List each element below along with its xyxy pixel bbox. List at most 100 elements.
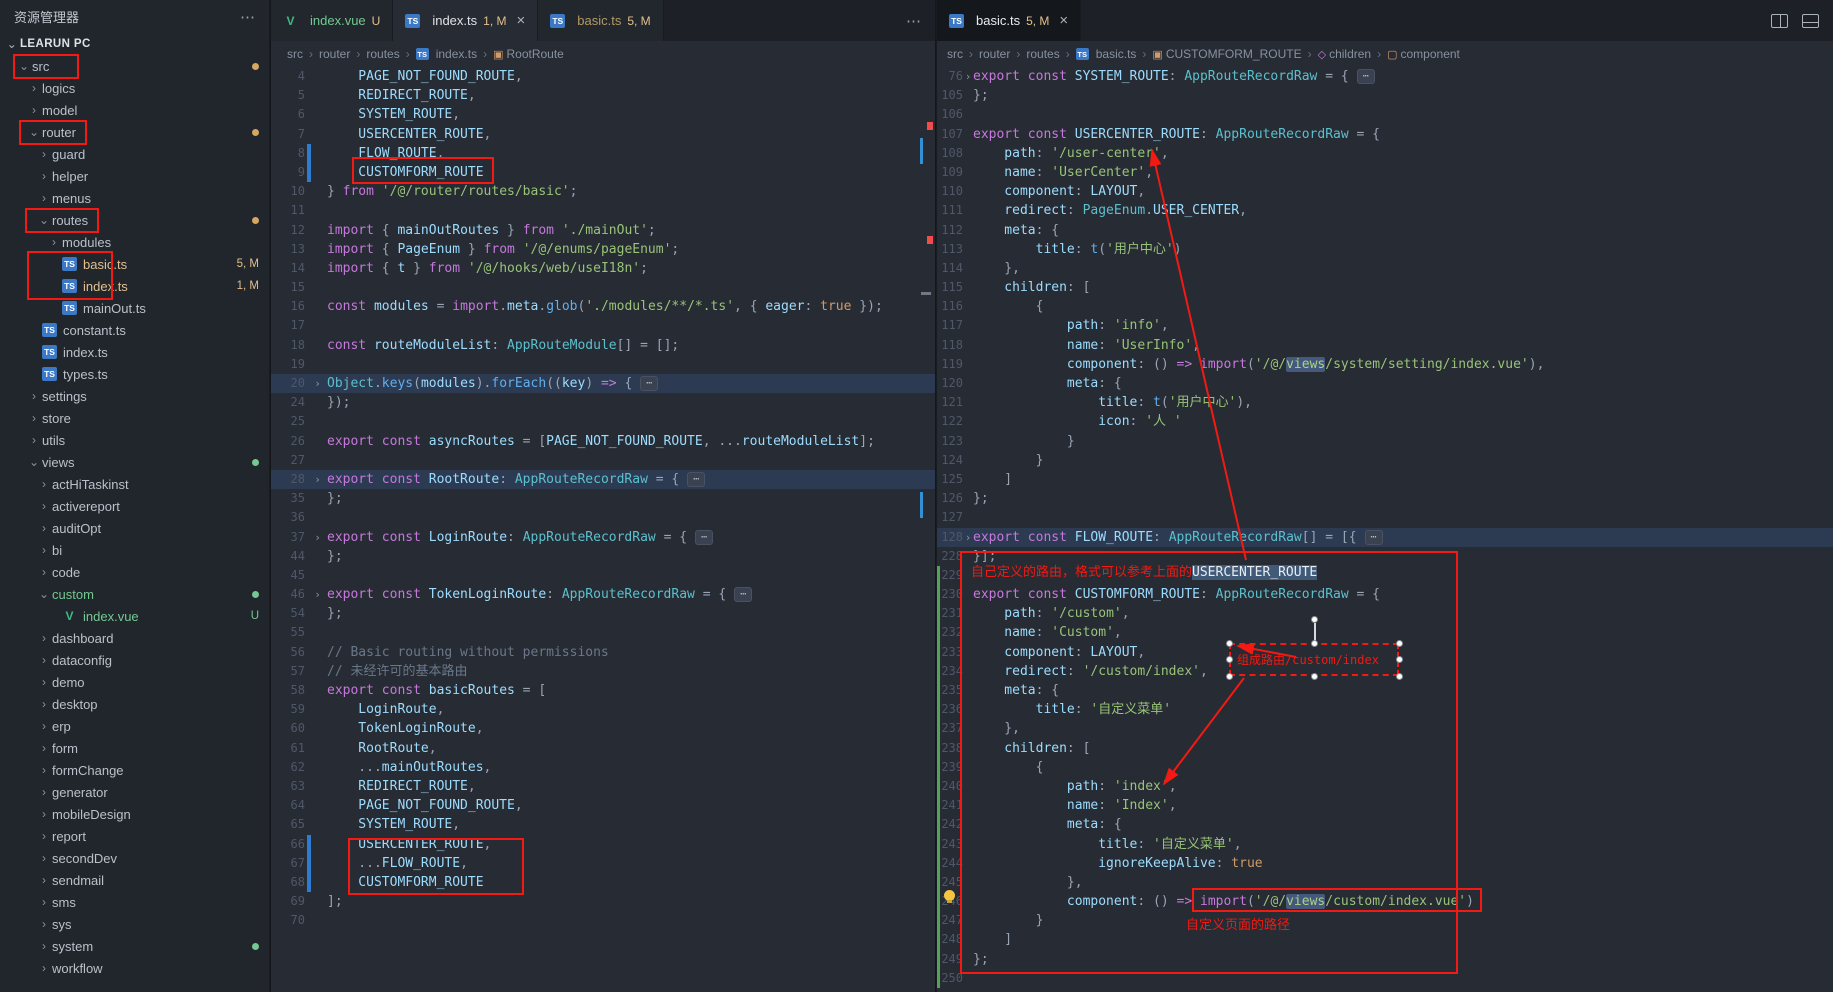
code-line-111[interactable]: 111 redirect: PageEnum.USER_CENTER,: [937, 201, 1833, 220]
tree-item-generator[interactable]: ›generator: [0, 781, 269, 803]
fold-chevron-icon[interactable]: ›: [963, 67, 973, 86]
tree-item-constant.ts[interactable]: TSconstant.ts: [0, 319, 269, 341]
code-line-65[interactable]: 65 SYSTEM_ROUTE,: [271, 815, 935, 834]
code-line-46[interactable]: 46›export const TokenLoginRoute: AppRout…: [271, 585, 935, 604]
code-line-123[interactable]: 123 }: [937, 432, 1833, 451]
code-line-241[interactable]: 241 name: 'Index',: [937, 796, 1833, 815]
code-line-116[interactable]: 116 {: [937, 297, 1833, 316]
code-line-231[interactable]: 231 path: '/custom',: [937, 604, 1833, 623]
code-area-index-ts[interactable]: 4 PAGE_NOT_FOUND_ROUTE,5 REDIRECT_ROUTE,…: [271, 67, 935, 992]
code-line-25[interactable]: 25: [271, 412, 935, 431]
code-line-105[interactable]: 105};: [937, 86, 1833, 105]
tree-item-settings[interactable]: ›settings: [0, 385, 269, 407]
code-line-249[interactable]: 249};: [937, 950, 1833, 969]
code-line-248[interactable]: 248 ]: [937, 930, 1833, 949]
code-line-127[interactable]: 127: [937, 508, 1833, 527]
code-line-235[interactable]: 235 meta: {: [937, 681, 1833, 700]
code-line-27[interactable]: 27: [271, 451, 935, 470]
code-line-58[interactable]: 58export const basicRoutes = [: [271, 681, 935, 700]
code-line-250[interactable]: 250: [937, 969, 1833, 988]
tree-item-types.ts[interactable]: TStypes.ts: [0, 363, 269, 385]
tree-item-modules[interactable]: ›modules: [0, 231, 269, 253]
code-line-239[interactable]: 239 {: [937, 758, 1833, 777]
code-line-9[interactable]: 9 CUSTOMFORM_ROUTE: [271, 163, 935, 182]
code-line-126[interactable]: 126};: [937, 489, 1833, 508]
code-line-110[interactable]: 110 component: LAYOUT,: [937, 182, 1833, 201]
code-line-121[interactable]: 121 title: t('用户中心'),: [937, 393, 1833, 412]
folded-code-ellipsis[interactable]: ⋯: [734, 587, 752, 602]
split-editor-icon[interactable]: [1771, 14, 1788, 28]
tree-item-workflow[interactable]: ›workflow: [0, 957, 269, 979]
tree-item-sendmail[interactable]: ›sendmail: [0, 869, 269, 891]
code-line-18[interactable]: 18const routeModuleList: AppRouteModule[…: [271, 336, 935, 355]
code-line-35[interactable]: 35};: [271, 489, 935, 508]
code-line-8[interactable]: 8 FLOW_ROUTE,: [271, 144, 935, 163]
tree-item-formChange[interactable]: ›formChange: [0, 759, 269, 781]
tree-item-guard[interactable]: ›guard: [0, 143, 269, 165]
tree-item-activereport[interactable]: ›activereport: [0, 495, 269, 517]
code-line-19[interactable]: 19: [271, 355, 935, 374]
code-line-63[interactable]: 63 REDIRECT_ROUTE,: [271, 777, 935, 796]
tree-item-auditOpt[interactable]: ›auditOpt: [0, 517, 269, 539]
code-line-247[interactable]: 247 }: [937, 911, 1833, 930]
breadcrumb-index.ts[interactable]: TSindex.ts: [416, 47, 477, 61]
code-area-basic-ts[interactable]: 76›export const SYSTEM_ROUTE: AppRouteRe…: [937, 67, 1833, 992]
code-line-14[interactable]: 14import { t } from '/@/hooks/web/useI18…: [271, 259, 935, 278]
tree-item-report[interactable]: ›report: [0, 825, 269, 847]
more-actions-icon[interactable]: ⋯: [240, 8, 255, 26]
code-line-36[interactable]: 36: [271, 508, 935, 527]
folded-code-ellipsis[interactable]: ⋯: [1357, 69, 1375, 84]
code-line-107[interactable]: 107export const USERCENTER_ROUTE: AppRou…: [937, 125, 1833, 144]
tree-item-actHiTaskinst[interactable]: ›actHiTaskinst: [0, 473, 269, 495]
tree-item-custom[interactable]: ⌄custom: [0, 583, 269, 605]
code-line-24[interactable]: 24});: [271, 393, 935, 412]
tree-item-index.vue[interactable]: Vindex.vueU: [0, 605, 269, 627]
tree-item-mainOut.ts[interactable]: TSmainOut.ts: [0, 297, 269, 319]
code-line-238[interactable]: 238 children: [: [937, 739, 1833, 758]
tree-item-bi[interactable]: ›bi: [0, 539, 269, 561]
tree-item-logics[interactable]: ›logics: [0, 77, 269, 99]
code-line-106[interactable]: 106: [937, 105, 1833, 124]
code-line-67[interactable]: 67 ...FLOW_ROUTE,: [271, 854, 935, 873]
more-actions-icon[interactable]: ⋯: [906, 12, 921, 30]
breadcrumb-CUSTOMFORM_ROUTE[interactable]: ▣CUSTOMFORM_ROUTE: [1152, 47, 1301, 61]
code-line-20[interactable]: 20›Object.keys(modules).forEach((key) =>…: [271, 374, 935, 393]
tree-item-secondDev[interactable]: ›secondDev: [0, 847, 269, 869]
code-line-37[interactable]: 37›export const LoginRoute: AppRouteReco…: [271, 528, 935, 547]
tree-item-index.ts[interactable]: TSindex.ts: [0, 341, 269, 363]
breadcrumb-src[interactable]: src: [287, 47, 303, 61]
code-line-66[interactable]: 66 USERCENTER_ROUTE,: [271, 835, 935, 854]
code-line-228[interactable]: 228}];: [937, 547, 1833, 566]
code-line-4[interactable]: 4 PAGE_NOT_FOUND_ROUTE,: [271, 67, 935, 86]
code-line-61[interactable]: 61 RootRoute,: [271, 739, 935, 758]
tree-item-store[interactable]: ›store: [0, 407, 269, 429]
code-line-54[interactable]: 54};: [271, 604, 935, 623]
breadcrumb-router[interactable]: router: [319, 47, 350, 61]
code-line-115[interactable]: 115 children: [: [937, 278, 1833, 297]
code-line-118[interactable]: 118 name: 'UserInfo',: [937, 336, 1833, 355]
code-line-124[interactable]: 124 }: [937, 451, 1833, 470]
tree-item-sys[interactable]: ›sys: [0, 913, 269, 935]
code-line-60[interactable]: 60 TokenLoginRoute,: [271, 719, 935, 738]
breadcrumb-routes[interactable]: routes: [366, 47, 399, 61]
code-line-125[interactable]: 125 ]: [937, 470, 1833, 489]
code-line-16[interactable]: 16const modules = import.meta.glob('./mo…: [271, 297, 935, 316]
tree-item-desktop[interactable]: ›desktop: [0, 693, 269, 715]
tree-item-form[interactable]: ›form: [0, 737, 269, 759]
tree-item-index.ts[interactable]: TSindex.ts1, M: [0, 275, 269, 297]
code-line-10[interactable]: 10} from '/@/router/routes/basic';: [271, 182, 935, 201]
tree-item-mobileDesign[interactable]: ›mobileDesign: [0, 803, 269, 825]
code-line-44[interactable]: 44};: [271, 547, 935, 566]
breadcrumb-router[interactable]: router: [979, 47, 1010, 61]
breadcrumb-RootRoute[interactable]: ▣RootRoute: [493, 47, 564, 61]
code-line-234[interactable]: 234 redirect: '/custom/index',: [937, 662, 1833, 681]
breadcrumb-basic.ts[interactable]: TSbasic.ts: [1076, 47, 1137, 61]
code-line-229[interactable]: 229: [937, 566, 1833, 585]
code-line-13[interactable]: 13import { PageEnum } from '/@/enums/pag…: [271, 240, 935, 259]
code-line-59[interactable]: 59 LoginRoute,: [271, 700, 935, 719]
code-line-56[interactable]: 56// Basic routing without permissions: [271, 643, 935, 662]
code-line-28[interactable]: 28›export const RootRoute: AppRouteRecor…: [271, 470, 935, 489]
code-line-109[interactable]: 109 name: 'UserCenter',: [937, 163, 1833, 182]
code-line-68[interactable]: 68 CUSTOMFORM_ROUTE: [271, 873, 935, 892]
code-line-76[interactable]: 76›export const SYSTEM_ROUTE: AppRouteRe…: [937, 67, 1833, 86]
